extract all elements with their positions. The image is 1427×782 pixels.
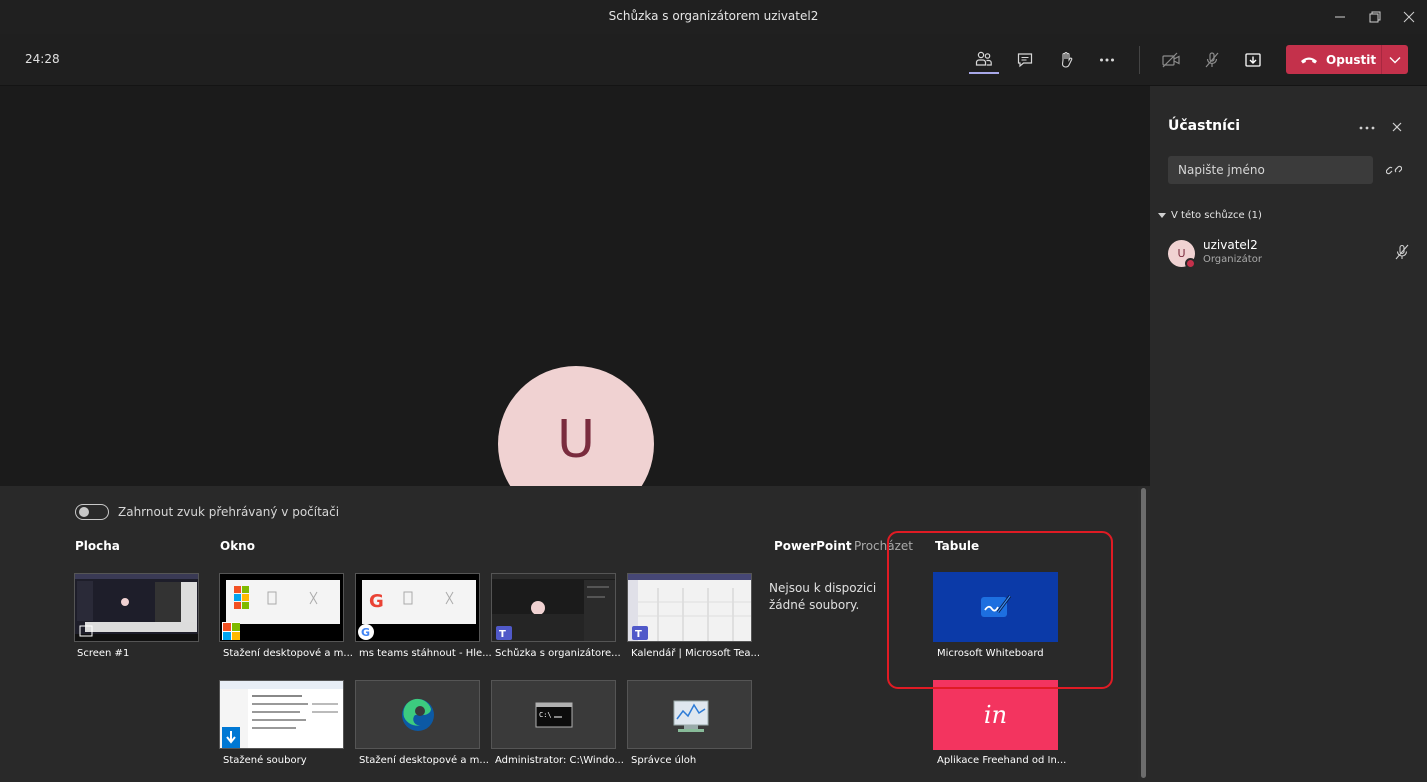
share-invite-button[interactable] [1385,162,1403,181]
svg-text:C:\: C:\ [539,711,552,719]
participant-avatar-large: U [498,366,654,486]
close-icon [1403,11,1415,23]
leave-button-group: Opustit [1286,45,1408,74]
window-preview-image: G G [356,574,479,641]
participant-search-input[interactable] [1168,156,1373,184]
thumbnail-label: ms teams stáhnout - Hle... [359,648,491,659]
window-thumbnail-meeting[interactable]: T [491,573,616,642]
camera-off-icon [1162,52,1180,68]
window-preview-image [220,574,343,641]
window-thumbnail-download-1[interactable] [219,573,344,642]
scrollbar-thumb[interactable] [1141,488,1146,778]
toggle-knob [79,507,89,517]
meeting-toolbar: 24:28 Opustit [0,34,1427,86]
more-actions-button[interactable] [1092,46,1122,74]
raise-hand-button[interactable] [1051,46,1081,74]
microphone-button[interactable] [1197,46,1227,74]
chat-icon [1017,53,1033,68]
window-thumbnail-downloads[interactable] [219,680,344,749]
group-label: V této schůzce (1) [1171,210,1262,221]
section-desktop: Plocha [75,539,120,553]
link-icon [1385,165,1403,175]
thumbnail-label: Správce úloh [631,755,697,766]
command-prompt-icon: C:\ [492,681,615,748]
window-thumbnail-calendar[interactable]: T [627,573,752,642]
share-tray: Zahrnout zvuk přehrávaný v počítači Ploc… [0,486,1150,782]
in-meeting-group-header[interactable]: V této schůzce (1) [1158,210,1262,221]
more-icon [1359,126,1375,130]
thumbnail-label: Screen #1 [77,648,130,659]
share-tray-scrollbar[interactable] [1138,486,1150,782]
leave-options-button[interactable] [1382,45,1408,74]
minimize-icon [1335,16,1345,18]
thumbnail-label: Aplikace Freehand od In... [937,755,1067,766]
annotation-highlight-box [887,531,1113,689]
participants-button[interactable] [969,46,999,74]
participant-name: uzivatel2 [1203,238,1258,252]
thumbnail-label: Schůzka s organizátore... [495,648,621,659]
svg-text:T: T [499,629,506,640]
restore-button[interactable] [1356,0,1394,34]
mic-off-icon [1205,52,1219,68]
restore-icon [1369,11,1381,23]
mic-off-icon [1395,244,1409,260]
freehand-invision-tile[interactable]: in [933,680,1058,750]
window-preview-image: T [628,574,751,641]
meeting-stage: U [0,86,1150,486]
hang-up-icon [1301,57,1317,63]
more-icon [1100,58,1114,62]
share-content-button[interactable] [1238,46,1268,74]
minimize-button[interactable] [1321,0,1359,34]
svg-text:T: T [635,629,642,640]
close-window-button[interactable] [1390,0,1427,34]
thumbnail-label: Stažené soubory [223,755,307,766]
toolbar-divider [1139,46,1140,74]
section-window: Okno [220,539,255,553]
thumbnail-label: Stažení desktopové a m... [359,755,489,766]
camera-button[interactable] [1156,46,1186,74]
include-audio-toggle[interactable] [75,504,109,520]
title-bar: Schůzka s organizátorem uzivatel2 [0,0,1427,34]
thumbnail-label: Kalendář | Microsoft Tea... [631,648,761,659]
svg-text:G: G [369,591,384,612]
meeting-timer: 24:28 [25,52,60,66]
panel-more-button[interactable] [1358,119,1376,135]
status-badge [1185,258,1196,269]
thumbnail-label: Administrator: C:\Windo... [495,755,624,766]
invision-logo-icon: in [983,701,1008,729]
share-tray-icon [1245,53,1261,67]
participant-row[interactable]: U uzivatel2 Organizátor [1168,236,1413,272]
window-thumbnail-cmd[interactable]: C:\ [491,680,616,749]
leave-button[interactable]: Opustit [1286,45,1381,74]
chevron-down-icon [1389,56,1401,63]
chevron-down-icon [1158,212,1166,218]
window-preview-image [220,681,343,748]
edge-icon [356,681,479,748]
participants-title: Účastníci [1168,118,1241,134]
window-preview-image: T [492,574,615,641]
screen-preview-image [75,574,198,641]
window-title: Schůzka s organizátorem uzivatel2 [608,9,819,23]
panel-close-button[interactable] [1388,118,1406,136]
hand-icon [1061,51,1073,68]
powerpoint-empty-message: Nejsou k dispozici žádné soubory. [769,581,877,612]
participant-mic-status [1394,244,1410,263]
close-icon [1392,122,1402,132]
participant-role: Organizátor [1203,254,1262,265]
include-audio-label: Zahrnout zvuk přehrávaný v počítači [118,505,340,519]
tab-powerpoint[interactable]: PowerPoint [774,539,852,553]
people-icon [975,51,992,66]
desktop-screen-thumbnail[interactable] [74,573,199,642]
window-thumbnail-search[interactable]: G G [355,573,480,642]
leave-label: Opustit [1326,52,1377,67]
window-thumbnail-task-manager[interactable] [627,680,752,749]
window-thumbnail-edge[interactable] [355,680,480,749]
svg-text:G: G [361,626,370,639]
task-manager-icon [628,681,751,748]
participants-panel: Účastníci V této schůzce (1) U uzivatel2… [1150,86,1427,782]
thumbnail-label: Stažení desktopové a m... [223,648,353,659]
chat-button[interactable] [1010,46,1040,74]
